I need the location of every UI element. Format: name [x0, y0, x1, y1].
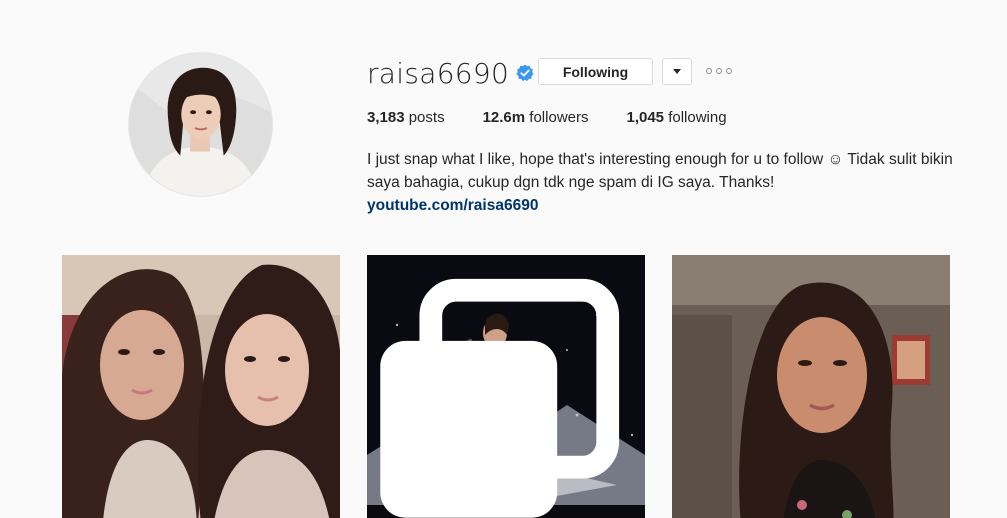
more-dot	[716, 68, 722, 74]
post-thumbnail[interactable]	[62, 255, 340, 518]
chevron-down-icon	[673, 69, 681, 74]
bio-link[interactable]: youtube.com/raisa6690	[367, 194, 967, 217]
verified-badge-icon	[516, 64, 534, 81]
profile-stats: 3,183 posts 12.6m followers 1,045 follow…	[367, 109, 765, 126]
post-thumbnail[interactable]	[367, 255, 645, 518]
followers-count: 12.6m	[482, 109, 526, 126]
more-dot	[726, 68, 732, 74]
posts-label: posts	[408, 109, 445, 126]
avatar-image	[129, 53, 272, 196]
post-thumbnail[interactable]	[672, 255, 950, 518]
profile-bio: I just snap what I like, hope that's int…	[367, 148, 967, 217]
posts-stat: 3,183 posts	[367, 109, 445, 126]
suggestions-dropdown-button[interactable]	[662, 58, 692, 85]
username-row: raisa6690	[367, 56, 534, 90]
post-image	[672, 255, 950, 518]
bio-text: I just snap what I like, hope that's int…	[367, 151, 953, 191]
profile-avatar[interactable]	[128, 52, 273, 197]
following-stat[interactable]: 1,045 following	[626, 109, 726, 126]
posts-grid	[62, 255, 950, 518]
followers-label: followers	[529, 109, 589, 126]
posts-count: 3,183	[367, 109, 405, 126]
multiple-photos-icon	[380, 278, 620, 518]
more-dot	[706, 68, 712, 74]
username: raisa6690	[367, 56, 510, 90]
following-label: following	[668, 109, 727, 126]
post-image	[62, 255, 340, 518]
following-count: 1,045	[626, 109, 665, 126]
more-options-icon[interactable]	[706, 64, 732, 78]
following-button[interactable]: Following	[538, 58, 653, 85]
followers-stat[interactable]: 12.6m followers	[483, 109, 589, 126]
